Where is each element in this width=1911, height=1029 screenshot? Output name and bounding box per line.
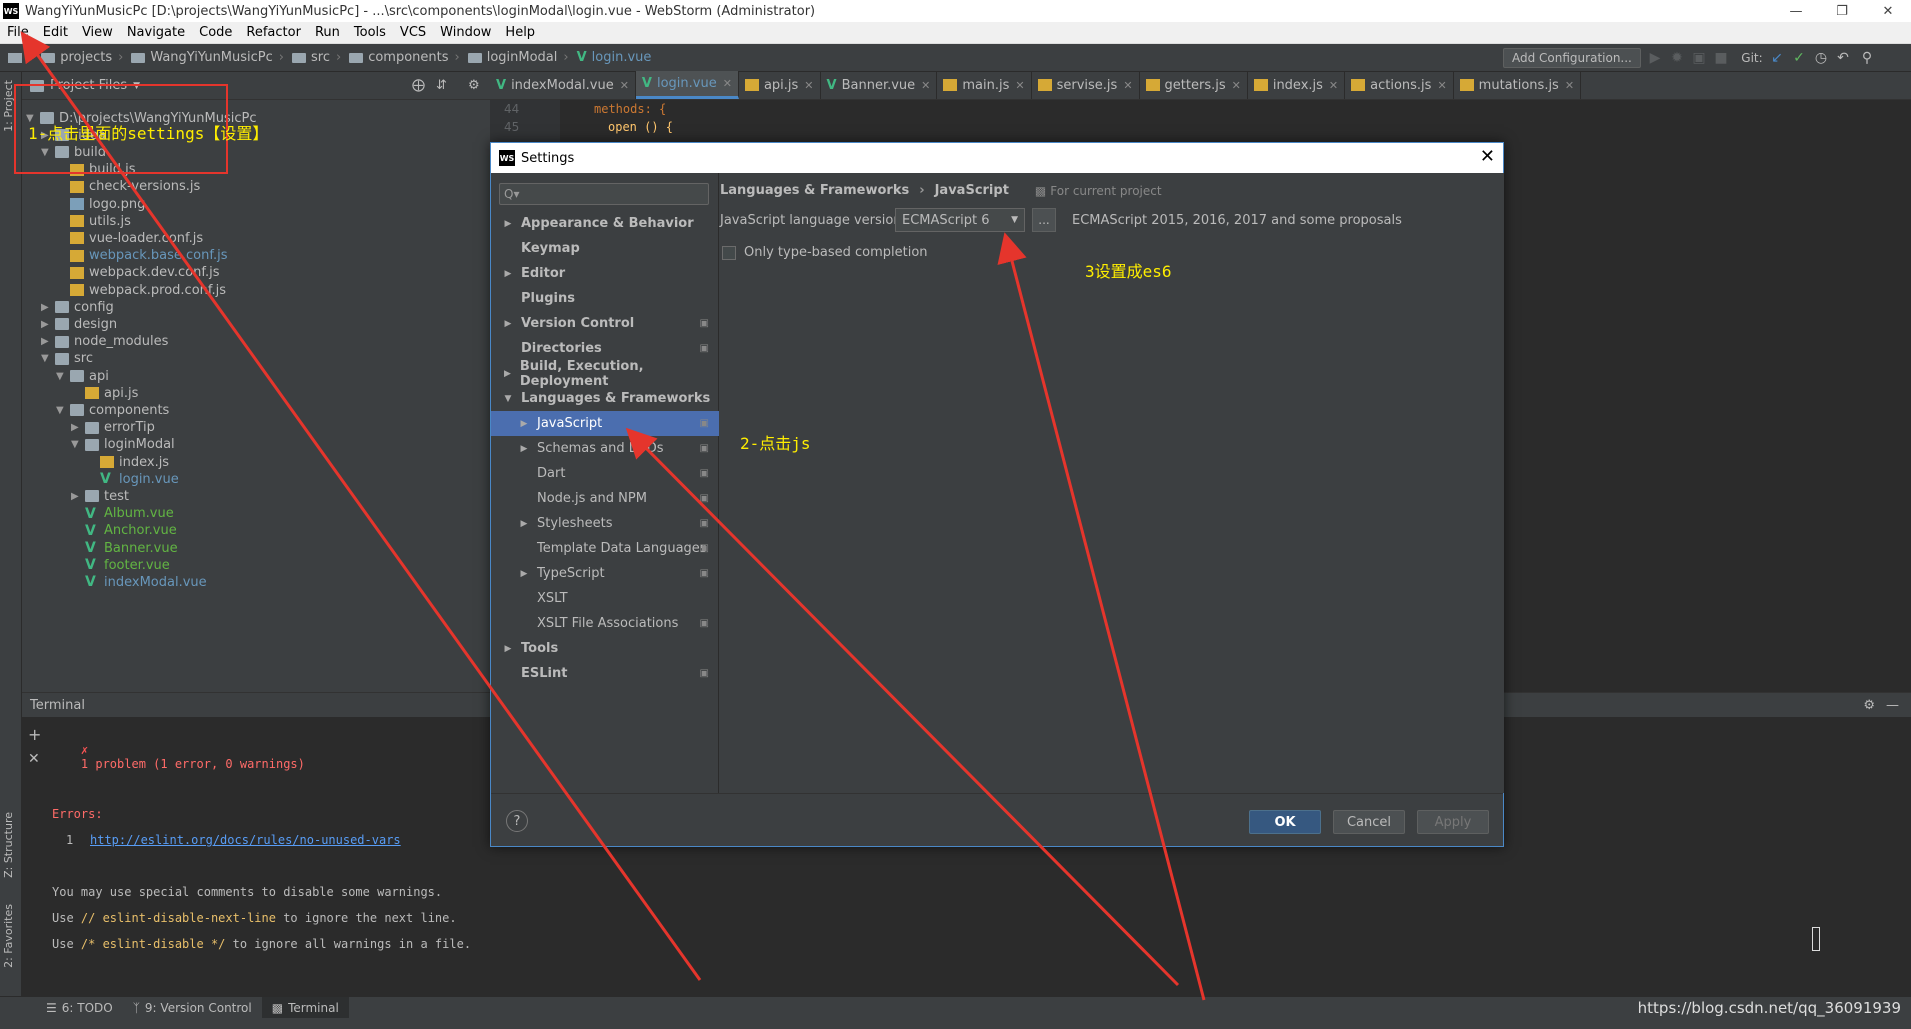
annotation-arrows <box>20 31 1206 1001</box>
arrow-to-javascript <box>625 427 1180 987</box>
arrow-to-es6 <box>997 232 1206 1001</box>
arrow-to-file-menu <box>20 31 702 981</box>
